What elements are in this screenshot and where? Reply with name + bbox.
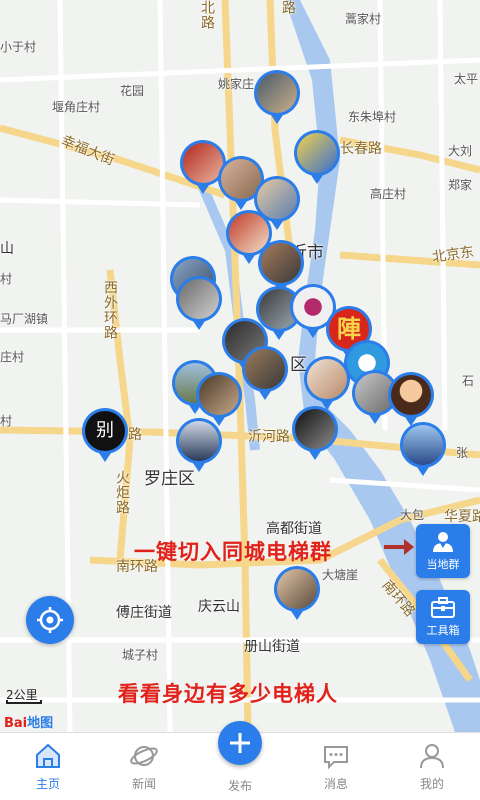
map-label: 小于村 — [0, 40, 37, 54]
map-label: 西外环路 — [102, 280, 118, 340]
scale-bar — [6, 700, 42, 704]
tab-publish[interactable]: 发布 — [192, 721, 288, 800]
map-label: 沂河路 — [248, 429, 290, 445]
tab-label: 消息 — [323, 777, 348, 791]
map-label: 东朱埠村 — [348, 110, 397, 124]
map-label: 花园 — [120, 84, 145, 98]
tab-profile[interactable]: 我的 — [384, 733, 480, 800]
user-pin[interactable] — [294, 130, 340, 184]
map-label: 太平 — [454, 72, 479, 86]
map-label: 姚家庄 — [218, 77, 255, 91]
map-label: 高都街道 — [266, 521, 322, 537]
switch-group-hint: 一键切入同城电梯群 — [134, 540, 332, 564]
plus-icon — [230, 733, 250, 753]
local-group-label: 当地群 — [426, 558, 460, 571]
baidu-map-logo: Bai地图 — [4, 716, 54, 731]
user-pin[interactable] — [400, 422, 446, 476]
crosshair-icon — [37, 607, 63, 633]
map-label: 郑家 — [448, 178, 473, 192]
toolbox-button[interactable]: 工具箱 — [416, 590, 470, 644]
locate-button[interactable] — [26, 596, 74, 644]
map-label: 火炬路 — [114, 470, 130, 515]
map-label: 城子村 — [122, 648, 159, 662]
map-label: 张 — [456, 446, 469, 460]
map-label: 大刘 — [448, 144, 473, 158]
map-view[interactable]: 北路 路 蒿家村 小于村 姚家庄 花园 太平 堰角庄村 东朱埠村 幸福大街 长春… — [0, 0, 480, 732]
home-icon — [36, 743, 60, 768]
map-label: 山 — [0, 241, 14, 257]
user-pin[interactable] — [292, 406, 338, 460]
tab-label: 我的 — [419, 777, 444, 791]
tab-home[interactable]: 主页 — [0, 733, 96, 800]
user-pin[interactable] — [176, 276, 222, 330]
map-label: 村 — [0, 272, 13, 286]
map-label: 石 — [462, 374, 475, 388]
user-pin[interactable]: 别 — [82, 408, 128, 462]
map-label: 庄村 — [0, 350, 25, 364]
map-label: 马厂湖镇 — [0, 312, 49, 326]
tab-label: 新闻 — [131, 777, 156, 791]
map-label: 册山街道 — [244, 639, 300, 655]
tab-label: 主页 — [35, 777, 60, 791]
local-group-button[interactable]: 当地群 — [416, 524, 470, 578]
user-pin[interactable] — [254, 70, 300, 124]
tab-label: 发布 — [227, 779, 252, 793]
map-label: 大塘崖 — [322, 568, 359, 582]
user-pin[interactable] — [274, 566, 320, 620]
map-label: 傅庄街道 — [116, 605, 172, 621]
toolbox-label: 工具箱 — [426, 624, 460, 637]
map-label: 高庄村 — [370, 187, 407, 201]
map-label: 庆云山 — [198, 599, 240, 615]
map-label: 北路 — [199, 0, 215, 30]
user-icon — [420, 744, 444, 769]
planet-icon — [130, 746, 158, 766]
map-label: 大包 — [400, 508, 425, 522]
map-label: 堰角庄村 — [52, 100, 101, 114]
map-label: 路 — [128, 427, 142, 443]
map-label: 蒿家村 — [345, 12, 382, 26]
map-label: 路 — [280, 0, 296, 15]
user-pin[interactable] — [304, 356, 350, 410]
group-icon — [433, 532, 453, 552]
user-pin[interactable] — [388, 372, 434, 426]
message-icon — [324, 746, 348, 770]
map-label: 村 — [0, 414, 13, 428]
arrow-right-icon — [384, 539, 414, 555]
tab-news[interactable]: 新闻 — [96, 733, 192, 800]
bottom-tab-bar: 主页 新闻 发布 消息 我的 — [0, 721, 480, 800]
user-pin[interactable] — [176, 418, 222, 472]
nearby-hint: 看看身边有多少电梯人 — [118, 682, 338, 706]
toolbox-icon — [431, 597, 455, 618]
tab-messages[interactable]: 消息 — [288, 733, 384, 800]
publish-button[interactable] — [218, 721, 262, 765]
map-label: 长春路 — [340, 141, 382, 157]
map-label: 华夏路 — [444, 509, 480, 525]
user-pin[interactable] — [242, 346, 288, 400]
